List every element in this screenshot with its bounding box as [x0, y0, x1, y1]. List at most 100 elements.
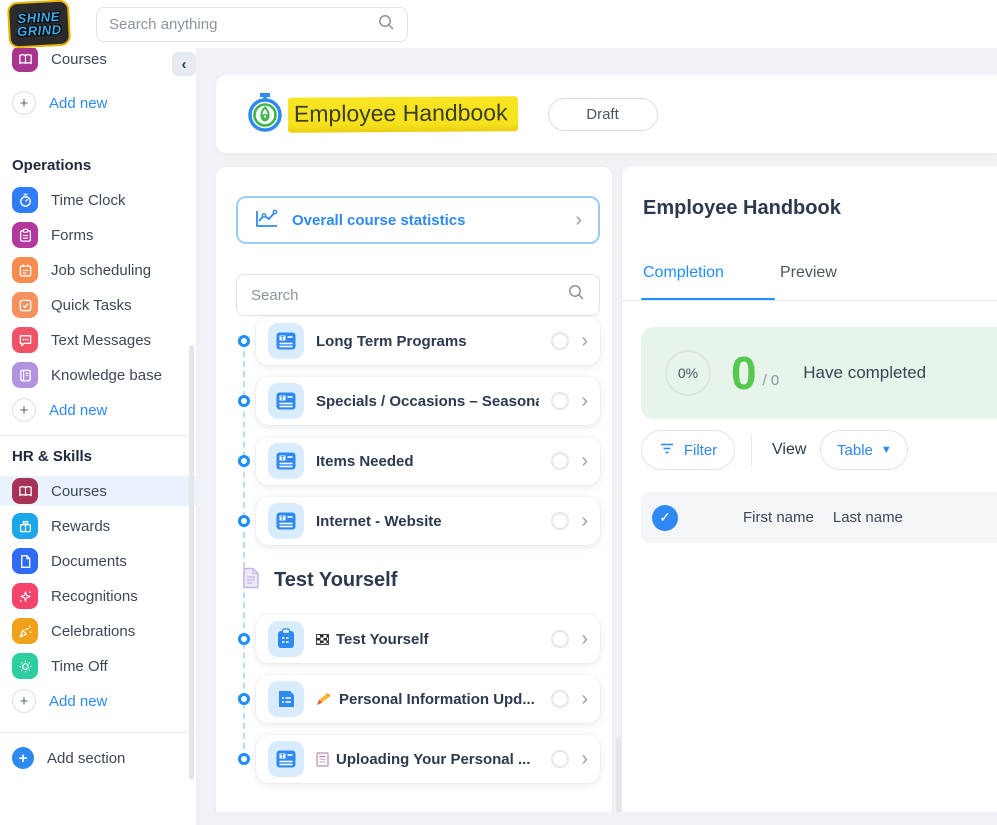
toolbar-divider — [751, 434, 752, 466]
section-radio[interactable] — [551, 630, 569, 648]
add-new-button-hr[interactable]: + Add new — [0, 686, 196, 716]
course-section-label: Internet - Website — [316, 513, 539, 530]
test-item-row[interactable]: Personal Information Upd... › — [256, 675, 600, 723]
course-section-row[interactable]: T Long Term Programs › — [256, 317, 600, 365]
test-item-label: Test Yourself — [336, 631, 429, 648]
text-section-icon: T — [268, 503, 304, 539]
sidebar-item-text-messages[interactable]: Text Messages — [0, 325, 196, 355]
section-radio[interactable] — [551, 332, 569, 350]
draft-status-badge[interactable]: Draft — [548, 98, 658, 131]
section-heading-operations: Operations — [0, 123, 196, 180]
course-section-row[interactable]: T Items Needed › — [256, 437, 600, 485]
section-radio[interactable] — [551, 690, 569, 708]
sidebar-item-label: Forms — [51, 227, 94, 244]
sidebar-item-courses-pinned[interactable]: Courses — [0, 48, 196, 74]
bookmark-tabs-icon — [316, 752, 329, 767]
sidebar-item-celebrations[interactable]: Celebrations — [0, 616, 196, 646]
sidebar-item-label: Courses — [51, 483, 107, 500]
section-radio[interactable] — [551, 452, 569, 470]
tabs-divider — [622, 300, 997, 301]
section-radio[interactable] — [551, 392, 569, 410]
test-item-row[interactable]: T Uploading Your Personal ... › — [256, 735, 600, 783]
chevron-right-icon[interactable]: › — [581, 451, 588, 471]
sidebar-item-quick-tasks[interactable]: Quick Tasks — [0, 290, 196, 320]
search-icon — [568, 284, 585, 306]
sidebar-item-rewards[interactable]: Rewards — [0, 511, 196, 541]
text-section-icon: T — [268, 383, 304, 419]
sidebar-collapse-button[interactable]: ‹ — [172, 52, 196, 76]
add-section-button[interactable]: + Add section — [0, 743, 196, 773]
add-new-label: Add new — [49, 693, 107, 710]
add-new-button-top[interactable]: + Add new — [0, 88, 196, 118]
section-radio[interactable] — [551, 750, 569, 768]
sidebar-item-label: Documents — [51, 553, 127, 570]
sidebar: Courses + Add new Operations Time Clock … — [0, 48, 196, 825]
search-icon — [378, 14, 395, 36]
job-scheduling-calendar-icon — [12, 257, 38, 283]
add-new-button-operations[interactable]: + Add new — [0, 395, 196, 425]
timeline-dot — [238, 693, 250, 705]
timeline-dot — [238, 455, 250, 467]
overall-statistics-button[interactable]: Overall course statistics › — [236, 196, 600, 244]
chevron-right-icon[interactable]: › — [581, 331, 588, 351]
filter-label: Filter — [684, 442, 717, 459]
test-item-row[interactable]: Test Yourself › — [256, 615, 600, 663]
sidebar-item-time-clock[interactable]: Time Clock — [0, 185, 196, 215]
time-off-sun-icon — [12, 653, 38, 679]
documents-file-icon — [12, 548, 38, 574]
stopwatch-avocado-icon — [246, 91, 284, 138]
detail-tabs: Completion Preview — [643, 264, 837, 298]
course-section-row[interactable]: T Internet - Website › — [256, 497, 600, 545]
course-detail-panel: Employee Handbook Completion Preview 0% … — [622, 167, 997, 812]
sidebar-item-documents[interactable]: Documents — [0, 546, 196, 576]
sidebar-item-courses[interactable]: Courses — [0, 476, 196, 506]
shine-grind-logo[interactable]: SHINE GRIND — [7, 0, 71, 49]
course-title-highlighted: Employee Handbook — [288, 96, 518, 133]
chevron-right-icon[interactable]: › — [581, 689, 588, 709]
course-search — [236, 274, 600, 316]
tab-preview[interactable]: Preview — [780, 264, 837, 298]
sidebar-item-time-off[interactable]: Time Off — [0, 651, 196, 681]
view-mode-value: Table — [837, 442, 873, 459]
forms-clipboard-icon — [12, 222, 38, 248]
sidebar-item-label: Time Clock — [51, 192, 125, 209]
chevron-right-icon[interactable]: › — [581, 391, 588, 411]
course-header-card: Employee Handbook Draft — [216, 75, 997, 153]
view-mode-dropdown[interactable]: Table ▼ — [820, 430, 908, 470]
add-new-label: Add new — [49, 402, 107, 419]
tab-completion[interactable]: Completion — [643, 264, 724, 298]
chevron-right-icon[interactable]: › — [581, 629, 588, 649]
section-radio[interactable] — [551, 512, 569, 530]
chevron-right-icon[interactable]: › — [581, 511, 588, 531]
quick-tasks-check-icon — [12, 292, 38, 318]
select-all-checkbox[interactable]: ✓ — [652, 505, 678, 531]
course-structure-panel: Overall course statistics › T Long Term … — [216, 167, 612, 812]
timeline-dot — [238, 753, 250, 765]
course-section-label: Items Needed — [316, 453, 539, 470]
filter-button[interactable]: Filter — [641, 430, 735, 470]
page-icon — [242, 567, 260, 594]
sidebar-scrollbar[interactable] — [189, 345, 194, 780]
course-section-row[interactable]: T Specials / Occasions – Seasonal › — [256, 377, 600, 425]
course-section-label: Specials / Occasions – Seasonal — [316, 393, 539, 410]
sidebar-item-label: Rewards — [51, 518, 110, 535]
sidebar-item-forms[interactable]: Forms — [0, 220, 196, 250]
course-section-label: Long Term Programs — [316, 333, 539, 350]
add-new-label: Add new — [49, 95, 107, 112]
completion-summary-banner: 0% 0 / 0 Have completed — [641, 327, 997, 419]
sidebar-item-job-scheduling[interactable]: Job scheduling — [0, 255, 196, 285]
text-messages-chat-icon — [12, 327, 38, 353]
completion-toolbar: Filter View Table ▼ — [641, 430, 908, 470]
chevron-right-icon[interactable]: › — [581, 749, 588, 769]
text-section-icon: T — [268, 323, 304, 359]
logo-text-bottom: GRIND — [17, 23, 62, 38]
global-search-input[interactable] — [109, 16, 378, 33]
course-search-input[interactable] — [251, 287, 568, 304]
course-panel-scrollbar[interactable] — [616, 737, 621, 815]
chevron-right-icon: › — [575, 210, 582, 230]
sidebar-item-recognitions[interactable]: Recognitions — [0, 581, 196, 611]
test-item-label-wrap: Personal Information Upd... — [316, 691, 539, 708]
sidebar-item-knowledge-base[interactable]: Knowledge base — [0, 360, 196, 390]
sidebar-item-label: Celebrations — [51, 623, 135, 640]
time-clock-icon — [12, 187, 38, 213]
